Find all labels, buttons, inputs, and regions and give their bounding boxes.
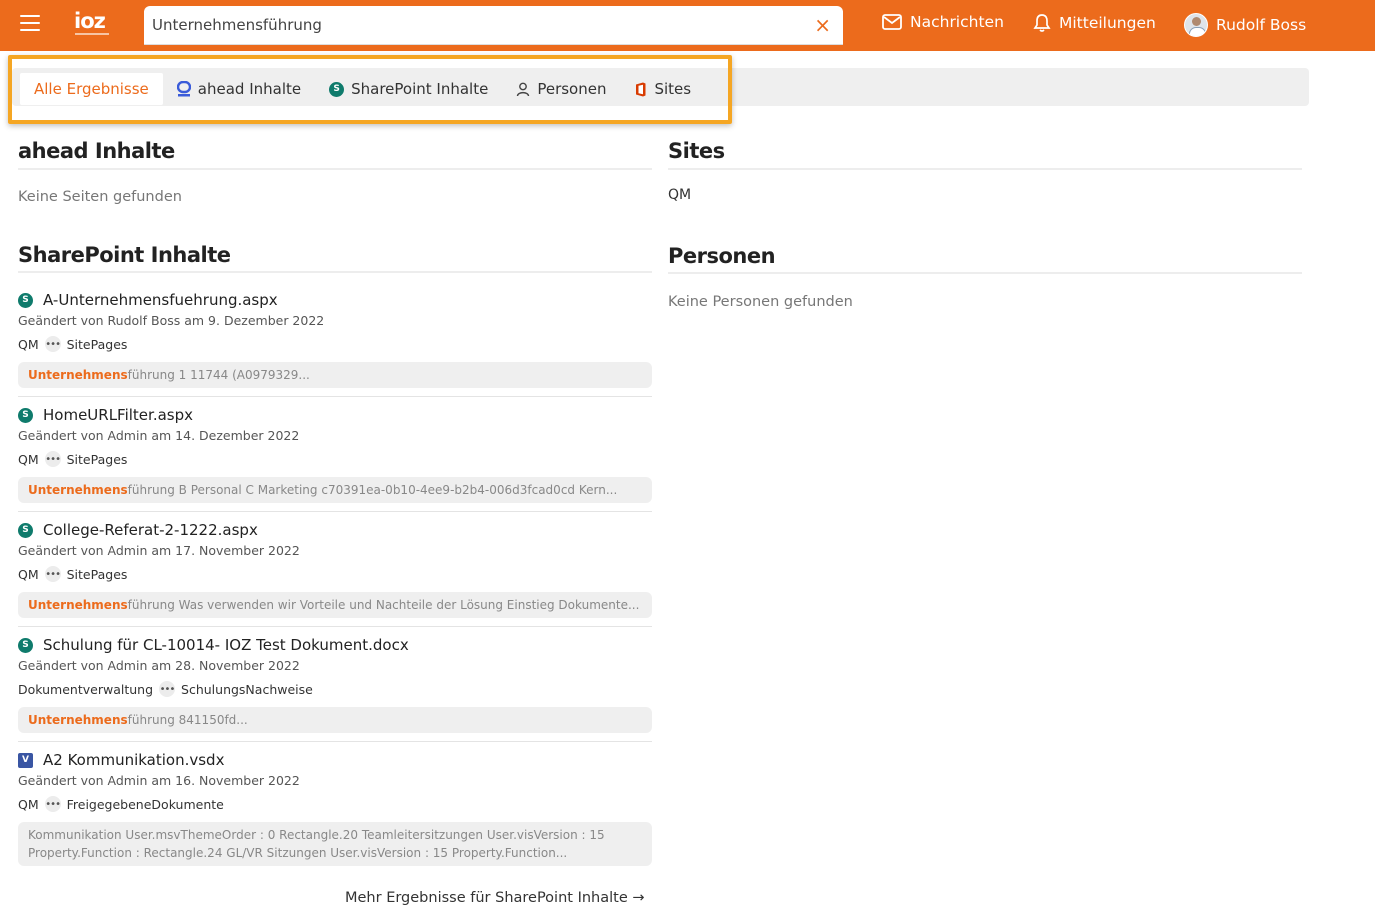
result-title[interactable]: S A-Unternehmensfuehrung.aspx: [18, 290, 652, 310]
search-input[interactable]: [152, 14, 792, 36]
section-title-ahead: ahead Inhalte: [18, 139, 175, 163]
nav-user[interactable]: Rudolf Boss: [1184, 13, 1306, 37]
menu-icon[interactable]: [20, 15, 40, 33]
snippet-highlight: Unternehmens: [28, 713, 128, 727]
result-meta: Geändert von Admin am 14. Dezember 2022: [18, 428, 300, 443]
sharepoint-icon: S: [18, 522, 33, 538]
more-icon[interactable]: •••: [44, 336, 61, 352]
result-path: QM ••• SitePages: [18, 565, 652, 583]
result-path: QM ••• SitePages: [18, 335, 652, 353]
result-item: S HomeURLFilter.aspx Geändert von Admin …: [18, 405, 652, 503]
divider: [18, 168, 652, 170]
result-title[interactable]: S HomeURLFilter.aspx: [18, 405, 652, 425]
snippet-text: führung B Personal C Marketing c70391ea-…: [127, 483, 618, 497]
search-box: ×: [144, 6, 843, 45]
result-item: S College-Referat-2-1222.aspx Geändert v…: [18, 520, 652, 618]
more-icon[interactable]: •••: [44, 566, 61, 582]
divider: [18, 511, 652, 512]
result-snippet: Unternehmensführung B Personal C Marketi…: [18, 477, 652, 503]
result-path: Dokumentverwaltung ••• SchulungsNachweis…: [18, 680, 652, 698]
result-meta: Geändert von Admin am 16. November 2022: [18, 773, 300, 788]
result-title-text: Schulung für CL-10014- IOZ Test Dokument…: [43, 636, 409, 654]
bell-icon: [1033, 14, 1051, 32]
snippet-highlight: Unternehmens: [28, 598, 128, 612]
path-library[interactable]: SitePages: [67, 567, 128, 582]
result-meta: Geändert von Admin am 28. November 2022: [18, 658, 300, 673]
nav-mitteilungen[interactable]: Mitteilungen: [1033, 13, 1156, 33]
visio-icon: V: [18, 752, 33, 768]
snippet-highlight: Unternehmens: [28, 368, 128, 382]
snippet-text: führung 1 11744 (A0979329...: [127, 368, 310, 382]
result-item: S A-Unternehmensfuehrung.aspx Geändert v…: [18, 290, 652, 388]
path-library[interactable]: SitePages: [67, 337, 128, 352]
result-meta: Geändert von Rudolf Boss am 9. Dezember …: [18, 313, 325, 328]
result-title[interactable]: S Schulung für CL-10014- IOZ Test Dokume…: [18, 635, 652, 655]
sharepoint-icon: S: [18, 292, 33, 308]
path-site[interactable]: Dokumentverwaltung: [18, 682, 153, 697]
result-title[interactable]: V A2 Kommunikation.vsdx: [18, 750, 652, 770]
result-title-text: College-Referat-2-1222.aspx: [43, 521, 258, 539]
close-icon[interactable]: ×: [814, 14, 831, 36]
result-path: QM ••• SitePages: [18, 450, 652, 468]
tab-bar-highlight-frame: [8, 55, 732, 124]
snippet-highlight: Unternehmens: [28, 483, 128, 497]
sharepoint-icon: S: [18, 637, 33, 653]
path-library[interactable]: SchulungsNachweise: [181, 682, 313, 697]
snippet-line: Kommunikation User.msvThemeOrder : 0 Rec…: [28, 828, 605, 842]
result-snippet: Kommunikation User.msvThemeOrder : 0 Rec…: [18, 822, 652, 866]
more-icon[interactable]: •••: [44, 796, 61, 812]
nav-nachrichten-label: Nachrichten: [910, 13, 1004, 31]
divider: [668, 272, 1302, 274]
avatar: [1184, 13, 1208, 37]
personen-empty-text: Keine Personen gefunden: [668, 294, 853, 310]
section-title-sharepoint: SharePoint Inhalte: [18, 243, 231, 267]
logo-underline: [75, 33, 109, 35]
divider: [18, 271, 652, 273]
more-icon[interactable]: •••: [159, 681, 175, 697]
path-library[interactable]: SitePages: [67, 452, 128, 467]
result-path: QM ••• FreigegebeneDokumente: [18, 795, 652, 813]
result-title-text: A2 Kommunikation.vsdx: [43, 751, 225, 769]
nav-nachrichten[interactable]: Nachrichten: [882, 13, 1004, 31]
result-item: V A2 Kommunikation.vsdx Geändert von Adm…: [18, 750, 652, 866]
result-title-text: HomeURLFilter.aspx: [43, 406, 193, 424]
ahead-empty-text: Keine Seiten gefunden: [18, 189, 182, 205]
more-results-link[interactable]: Mehr Ergebnisse für SharePoint Inhalte →: [345, 890, 645, 906]
path-library[interactable]: FreigegebeneDokumente: [67, 797, 224, 812]
result-item: S Schulung für CL-10014- IOZ Test Dokume…: [18, 635, 652, 733]
result-meta: Geändert von Admin am 17. November 2022: [18, 543, 300, 558]
more-icon[interactable]: •••: [44, 451, 61, 467]
snippet-text: führung Was verwenden wir Vorteile und N…: [127, 598, 640, 612]
result-title[interactable]: S College-Referat-2-1222.aspx: [18, 520, 652, 540]
sharepoint-icon: S: [18, 407, 33, 423]
divider: [18, 741, 652, 742]
logo[interactable]: ioz: [74, 9, 106, 33]
snippet-line: Property.Function : Rectangle.24 GL/VR S…: [28, 846, 568, 860]
divider: [18, 626, 652, 627]
path-site[interactable]: QM: [18, 797, 39, 812]
result-snippet: Unternehmensführung 841150fd...: [18, 707, 652, 733]
result-snippet: Unternehmensführung 1 11744 (A0979329...: [18, 362, 652, 388]
result-snippet: Unternehmensführung Was verwenden wir Vo…: [18, 592, 652, 618]
top-bar: ioz × Nachrichten Mitteilungen Rudolf Bo…: [0, 0, 1375, 51]
result-title-text: A-Unternehmensfuehrung.aspx: [43, 291, 278, 309]
mail-icon: [882, 14, 902, 30]
user-name: Rudolf Boss: [1216, 16, 1307, 34]
divider: [18, 396, 652, 397]
section-title-personen: Personen: [668, 244, 776, 268]
snippet-text: führung 841150fd...: [127, 713, 248, 727]
path-site[interactable]: QM: [18, 337, 39, 352]
path-site[interactable]: QM: [18, 567, 39, 582]
path-site[interactable]: QM: [18, 452, 39, 467]
nav-mitteilungen-label: Mitteilungen: [1059, 14, 1156, 32]
site-item[interactable]: QM: [668, 187, 691, 203]
section-title-sites: Sites: [668, 139, 725, 163]
divider: [668, 168, 1302, 170]
